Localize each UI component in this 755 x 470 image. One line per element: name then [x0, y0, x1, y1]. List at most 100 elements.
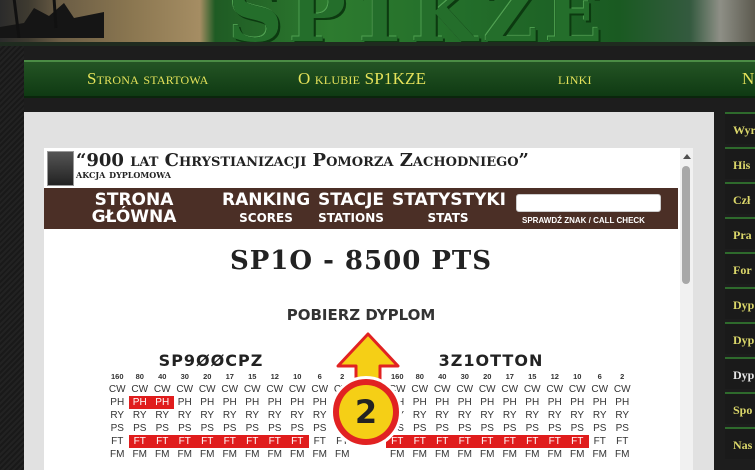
mode-cell: PH [290, 397, 305, 408]
sidebar-item[interactable]: Dyp [725, 287, 755, 319]
mode-cell: PS [245, 423, 259, 434]
mode-row: CWCWCWCWCWCWCWCWCWCWCW [106, 383, 354, 396]
mode-row: FM FM FM FM FM FM FM FM FM FM FM [386, 448, 634, 461]
band-label: 6 [597, 372, 602, 381]
mode-row: PHPHPHPHPHPHPHPHPHPHPH [106, 396, 354, 409]
sidebar-item[interactable]: His [725, 147, 755, 179]
sidebar-item[interactable]: Pra [725, 217, 755, 249]
mode-row: PHPHPHPHPHPHPHPHPHPHPH [386, 396, 634, 409]
band-header-row: 160 80 40 30 20 17 15 12 10 6 2 [106, 370, 354, 383]
call-check-input[interactable] [516, 194, 661, 212]
mode-cell: PS [313, 423, 327, 434]
mode-cell: PS [223, 423, 237, 434]
mode-cell: RY [615, 410, 630, 421]
award-block: SP9ØØCPZ 160 80 40 30 20 17 15 12 10 6 2 CW CW CW CW CW… [106, 351, 351, 460]
mode-cell: FT [173, 435, 196, 448]
mode-cell: PS [268, 423, 282, 434]
scroll-up-arrow-icon[interactable] [683, 154, 691, 159]
mode-cell: PH [592, 397, 607, 408]
menu-stats[interactable]: STATYSTYKI STATS [392, 192, 506, 225]
sidebar-item[interactable]: For [725, 252, 755, 284]
menu-main-page[interactable]: STRONA GŁÓWNA MAIN PAGE [52, 192, 216, 242]
mode-cell: FT [453, 435, 476, 448]
mode-cell: FM [480, 449, 495, 460]
mode-cell: PH [615, 397, 630, 408]
mode-cell: RY [435, 410, 450, 421]
mode-cell: CW [501, 384, 519, 395]
mode-cell: PH [412, 397, 427, 408]
band-label: 160 [110, 372, 124, 381]
mode-cell: PH [312, 397, 327, 408]
sidebar-item[interactable]: Czł [725, 182, 755, 214]
mode-cell: FM [290, 449, 305, 460]
menu-stations[interactable]: STACJE STATIONS [316, 192, 386, 225]
page-background [0, 46, 24, 470]
award-callsign: SP9ØØCPZ [158, 351, 264, 370]
band-label: 12 [270, 372, 279, 381]
mode-cell: CW [221, 384, 239, 395]
sidebar-item[interactable]: Wyr [725, 112, 755, 144]
mode-cell: RY [110, 410, 125, 421]
mode-cell: RY [547, 410, 562, 421]
sidebar-item[interactable]: Spo [725, 392, 755, 424]
mode-cell: CW [153, 384, 171, 395]
mode-cell: FM [132, 449, 147, 460]
mode-cell: FT [263, 435, 286, 448]
download-diploma-link[interactable]: POBIERZ DYPLOM [44, 306, 678, 324]
mode-cell: PS [110, 423, 124, 434]
scrollbar-thumb[interactable] [682, 166, 690, 284]
award-subtitle: akcja dyplomowa [76, 168, 171, 181]
mode-cell: FT [476, 435, 499, 448]
sidebar-item[interactable]: Dyp [725, 322, 755, 354]
award-logo-icon [47, 151, 74, 186]
mode-cell: PS [548, 423, 562, 434]
mode-row: RYRYRYRYRYRYRYRYRYRYRY [106, 409, 354, 422]
mode-cell: CW [546, 384, 564, 395]
mode-cell: FM [155, 449, 170, 460]
main-nav: Strona startowa O klubie SP1KZE linki N [24, 60, 755, 98]
mode-cell: CW [176, 384, 194, 395]
nav-next[interactable]: N [742, 69, 754, 89]
call-check-label: SPRAWDŹ ZNAK / CALL CHECK [522, 216, 645, 225]
nav-links[interactable]: linki [558, 69, 592, 89]
mode-cell: FT [313, 436, 326, 447]
mode-cell: FT [218, 435, 241, 448]
sidebar-item[interactable]: Nas [725, 427, 755, 459]
band-label: 15 [248, 372, 257, 381]
mode-cell: FT [498, 435, 521, 448]
mode-cell: FT [111, 436, 124, 447]
mode-cell: FM [615, 449, 630, 460]
mode-cell: RY [177, 410, 192, 421]
mode-row: PSPSPSPSPSPSPSPSPSPSPS [386, 422, 634, 435]
banner-logo-text: SP1KZE [228, 0, 609, 46]
mode-cell: RY [570, 410, 585, 421]
banner-divider [0, 42, 755, 46]
mode-cell: CW [108, 384, 126, 395]
mode-cell: PH [151, 396, 174, 409]
mode-cell: PS [290, 423, 304, 434]
menu-ranking[interactable]: RANKING SCORES [222, 190, 311, 225]
sidebar-item[interactable]: Dyp [725, 357, 755, 389]
mode-cell: FT [151, 435, 174, 448]
mode-cell: PH [547, 397, 562, 408]
award-block: 3Z1OTTON 160 80 40 30 20 17 15 12 10 6 2 CW CW CW CW CW… [386, 351, 631, 460]
mode-cell: CW [243, 384, 261, 395]
nav-home[interactable]: Strona startowa [87, 69, 208, 89]
mode-cell: FM [110, 449, 125, 460]
mode-cell: FM [547, 449, 562, 460]
vertical-scrollbar[interactable] [680, 148, 693, 470]
band-label: 80 [415, 372, 424, 381]
mode-cell: FT [241, 435, 264, 448]
nav-about-club[interactable]: O klubie SP1KZE [298, 69, 426, 89]
menu-ranking-pl: RANKING [222, 190, 311, 210]
award-menu: STRONA GŁÓWNA MAIN PAGE RANKING SCORES S… [44, 188, 678, 241]
mode-cell: PS [435, 423, 449, 434]
mode-cell: PH [267, 397, 282, 408]
award-callsign: 3Z1OTTON [438, 351, 544, 370]
band-label: 6 [317, 372, 322, 381]
mode-cell: PS [480, 423, 494, 434]
mode-cell: RY [290, 410, 305, 421]
mode-cell: FT [196, 435, 219, 448]
mode-cell: RY [502, 410, 517, 421]
mode-cell: FT [286, 435, 309, 448]
